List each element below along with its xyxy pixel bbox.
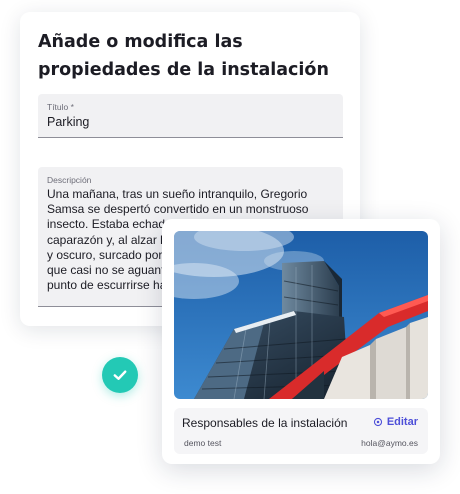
responsibles-box: Responsables de la instalación Editar de… [174, 408, 428, 454]
title-field-label: Título * [47, 102, 74, 112]
form-title: Añade o modifica las propiedades de la i… [38, 32, 329, 80]
facility-card: Responsables de la instalación Editar de… [162, 219, 440, 464]
building-photo [174, 231, 428, 399]
responsible-name: demo test [184, 438, 222, 448]
description-field-label: Descripción [47, 175, 92, 185]
responsible-email: hola@aymo.es [361, 438, 418, 448]
responsibles-title: Responsables de la instalación [182, 416, 348, 430]
edit-button[interactable]: Editar [373, 416, 418, 428]
edit-label: Editar [386, 416, 418, 428]
gear-icon [373, 417, 382, 427]
check-icon [113, 370, 127, 380]
title-field-value[interactable]: Parking [47, 115, 89, 129]
success-badge [102, 357, 138, 393]
title-field[interactable]: Título * Parking [38, 94, 343, 138]
stage: Añade o modifica las propiedades de la i… [0, 0, 460, 494]
facility-photo [174, 231, 428, 399]
